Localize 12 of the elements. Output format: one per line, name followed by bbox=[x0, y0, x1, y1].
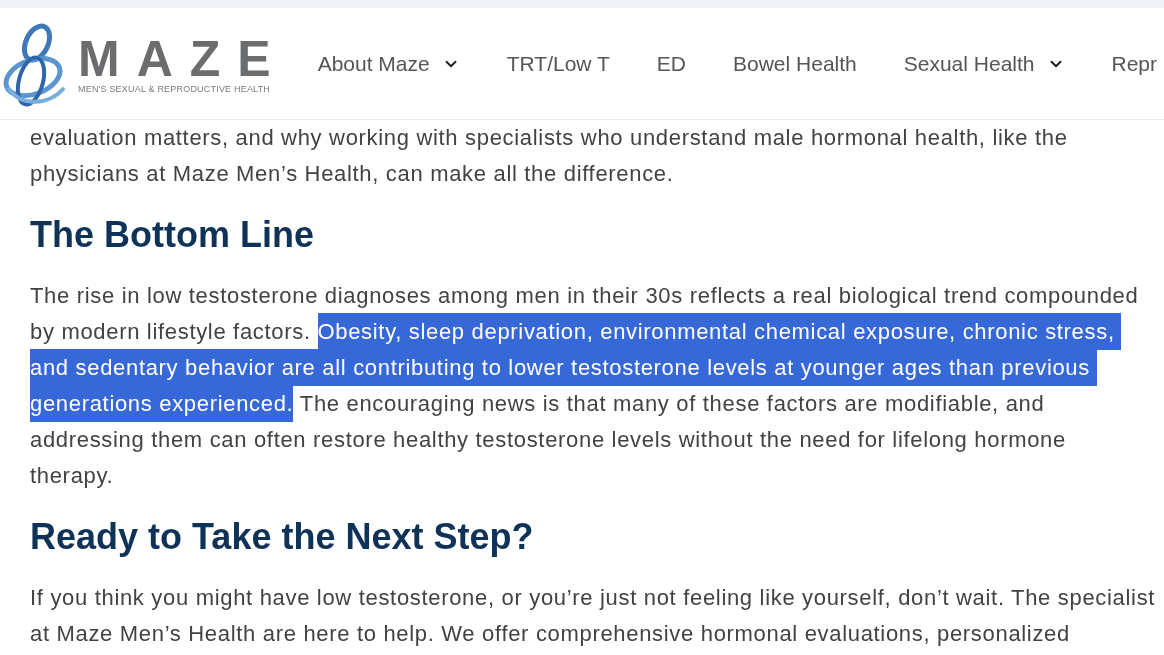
logo-wordmark[interactable]: MAZE bbox=[78, 40, 288, 78]
body-paragraph: evaluation matters, and why working with specialists who understand male hormonal health, like the physicians at Maze Men’s Health, can make all the difference. bbox=[30, 124, 1069, 188]
nav-link[interactable]: Bowel Health bbox=[733, 51, 857, 76]
nav-link[interactable]: About Maze bbox=[317, 51, 460, 76]
nav-link[interactable]: TRT/Low T bbox=[506, 51, 610, 76]
section-heading: The Bottom Line bbox=[30, 214, 315, 256]
nav-link[interactable]: Repr bbox=[1111, 51, 1158, 76]
nav-link[interactable]: Sexual Health bbox=[903, 51, 1065, 76]
logo-tagline: MEN'S SEXUAL & REPRODUCTIVE HEALTH bbox=[78, 84, 272, 95]
section-heading: Ready to Take the Next Step? bbox=[30, 516, 535, 558]
nav-link[interactable]: ED bbox=[656, 51, 686, 76]
body-paragraph: If you think you might have low testosterone, or you’re just not feeling like yourself, don’t wait. The specialist at Maze Men’s Health are here to help. We offer comprehensive hormonal evaluations, personalized bbox=[30, 584, 1157, 648]
